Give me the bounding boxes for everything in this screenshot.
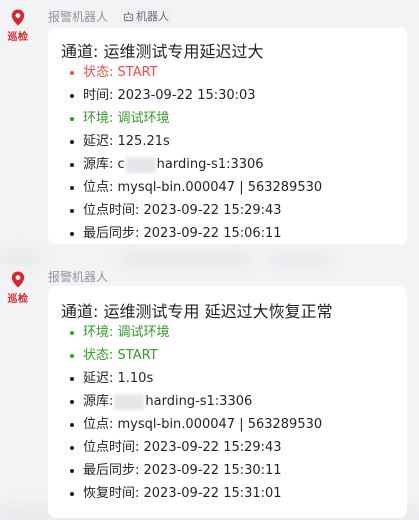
avatar[interactable]: 巡检 bbox=[5, 8, 31, 48]
blurred-background bbox=[120, 252, 250, 266]
card-title: 通道: 运维测试专用 延迟过大恢复正常 bbox=[61, 302, 333, 321]
field-delay: 延迟: 125.21s bbox=[70, 130, 322, 153]
field-list: 状态: START 时间: 2023-09-22 15:30:03 环境: 调试… bbox=[70, 61, 322, 245]
field-last-sync: 最后同步: 2023-09-22 15:30:11 bbox=[70, 459, 322, 482]
field-recovery-time: 恢复时间: 2023-09-22 15:31:01 bbox=[70, 482, 322, 505]
location-pin-icon bbox=[10, 270, 26, 288]
field-source-db: 源库: harding-s1:3306 bbox=[70, 390, 322, 413]
field-list: 环境: 调试环境 状态: START 延迟: 1.10s 源库: harding… bbox=[70, 321, 322, 505]
field-environment: 环境: 调试环境 bbox=[70, 321, 322, 344]
field-source-db: 源库: c harding-s1:3306 bbox=[70, 153, 322, 176]
field-time: 时间: 2023-09-22 15:30:03 bbox=[70, 84, 322, 107]
field-delay: 延迟: 1.10s bbox=[70, 367, 322, 390]
sender-name[interactable]: 报警机器人 bbox=[48, 8, 108, 25]
field-position-time: 位点时间: 2023-09-22 15:29:43 bbox=[70, 436, 322, 459]
bot-tag-label: 机器人 bbox=[136, 10, 170, 23]
robot-icon bbox=[123, 11, 134, 21]
field-status: 状态: START bbox=[70, 344, 322, 367]
alert-card[interactable]: 通道: 运维测试专用 延迟过大恢复正常 环境: 调试环境 状态: START 延… bbox=[48, 286, 407, 518]
blurred-background bbox=[0, 250, 40, 264]
location-pin-icon bbox=[10, 8, 26, 26]
field-environment: 环境: 调试环境 bbox=[70, 107, 322, 130]
blurred-background bbox=[270, 254, 330, 266]
redacted-block bbox=[114, 393, 145, 410]
sender-row: 报警机器人 bbox=[48, 268, 108, 284]
bot-tag: 机器人 bbox=[120, 8, 173, 24]
alert-card[interactable]: 通道: 运维测试专用延迟过大 状态: START 时间: 2023-09-22 … bbox=[48, 28, 407, 244]
field-status: 状态: START bbox=[70, 61, 322, 84]
avatar-label: 巡检 bbox=[7, 294, 29, 305]
card-title: 通道: 运维测试专用延迟过大 bbox=[61, 42, 264, 61]
sender-row: 报警机器人 机器人 bbox=[48, 8, 173, 25]
field-position-time: 位点时间: 2023-09-22 15:29:43 bbox=[70, 199, 322, 222]
avatar[interactable]: 巡检 bbox=[5, 270, 31, 310]
sender-name[interactable]: 报警机器人 bbox=[48, 268, 108, 285]
field-last-sync: 最后同步: 2023-09-22 15:06:11 bbox=[70, 222, 322, 245]
redacted-block bbox=[125, 156, 156, 173]
field-position: 位点: mysql-bin.000047 | 563289530 bbox=[70, 413, 322, 436]
avatar-label: 巡检 bbox=[7, 32, 29, 43]
field-position: 位点: mysql-bin.000047 | 563289530 bbox=[70, 176, 322, 199]
